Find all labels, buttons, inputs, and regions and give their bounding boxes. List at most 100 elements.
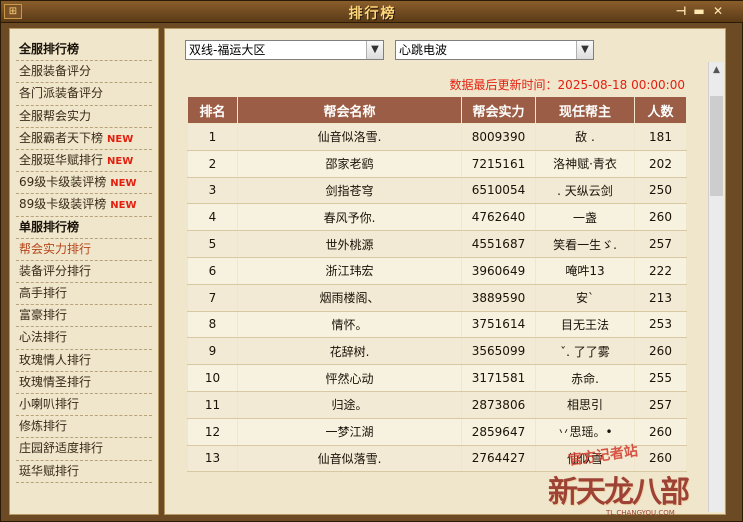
sidebar-item[interactable]: 庄园舒适度排行 [16, 438, 152, 461]
sidebar-item[interactable]: 全服霸者天下榜 NEW [16, 128, 152, 150]
table-row[interactable]: 9 花辞树. 3565099 ˇ. 了了雾 260 [187, 337, 687, 366]
table-cell: 3171581 [461, 364, 536, 392]
sidebar-item-label: 69级卡级装评榜 [19, 175, 107, 190]
title-bar[interactable]: ⊞ 排行榜 ⊣ ▬ ✕ [1, 1, 743, 23]
table-cell: 250 [634, 176, 687, 205]
server-select-value: 心跳电波 [399, 43, 448, 57]
table-cell: 12 [187, 417, 238, 446]
table-cell: 11 [187, 390, 238, 419]
table-cell: 2859647 [461, 417, 536, 446]
sidebar-item[interactable]: 心法排行 [16, 327, 152, 350]
sidebar-item[interactable]: 全服珽华赋排行 NEW [16, 150, 152, 173]
table-cell: 浙江玮宏 [237, 256, 462, 285]
table-cell: 怦然心动 [237, 364, 462, 392]
sidebar-item-label: 装备评分排行 [19, 263, 92, 278]
region-select-value: 双线-福运大区 [189, 43, 266, 57]
server-select[interactable]: 心跳电波 ▼ [395, 40, 594, 60]
table-row[interactable]: 13 仙音似落雪. 2764427 仙似雪 260 [187, 444, 687, 473]
new-badge: NEW [110, 178, 137, 190]
sidebar-item-label: 各门派装备评分 [19, 86, 104, 101]
sidebar-item[interactable]: 89级卡级装评榜 NEW [16, 194, 152, 217]
update-time: 数据最后更新时间：2025-08-18 00:00:00 [450, 76, 685, 93]
table-cell: 笑看一生ゞ. [535, 230, 635, 258]
window-title: 排行榜 [348, 6, 397, 22]
table-cell: 3751614 [461, 310, 536, 339]
sidebar-item[interactable]: 富豪排行 [16, 305, 152, 328]
table-cell: 3889590 [461, 283, 536, 312]
table-cell: 归途。 [237, 390, 462, 419]
table-cell: 烟雨楼阁、 [237, 283, 462, 312]
sidebar-item[interactable]: 高手排行 [16, 283, 152, 306]
sidebar-item[interactable]: 玫瑰情圣排行 [16, 372, 152, 394]
table-row[interactable]: 3 剑指苍穹 6510054. 天纵云剑 250 [187, 176, 687, 205]
table-cell: 花辞树. [237, 337, 462, 366]
scrollbar[interactable]: ▲ [708, 62, 724, 512]
table-cell: 丷思瑶。• [535, 417, 635, 446]
table-row[interactable]: 11 归途。 2873806 相思引 257 [187, 390, 687, 419]
table-row[interactable]: 7 烟雨楼阁、 3889590 安` 213 [187, 283, 687, 312]
sidebar-item-label: 高手排行 [19, 286, 68, 301]
sidebar-item[interactable]: 珽华赋排行 [16, 461, 152, 483]
sidebar-item[interactable]: 69级卡级装评榜 NEW [16, 172, 152, 195]
scroll-thumb[interactable] [710, 96, 723, 196]
table-cell: 目无王法 [535, 310, 635, 339]
table-cell: 仙音似落雪. [237, 444, 462, 473]
table-cell: ˇ. 了了雾 [535, 337, 635, 366]
close-icon[interactable]: ✕ [710, 4, 726, 19]
sidebar-item[interactable]: 帮会实力排行 [16, 239, 152, 261]
chevron-down-icon[interactable]: ▼ [366, 41, 383, 59]
sidebar-item-label: 全服珽华赋排行 [19, 152, 104, 167]
table-cell: 222 [634, 256, 687, 285]
pin-icon[interactable]: ⊣ [673, 4, 689, 19]
sidebar-item[interactable]: 装备评分排行 [16, 261, 152, 284]
table-cell: 7 [187, 283, 238, 312]
table-row[interactable]: 1 仙音似洛雪. 8009390 敌 . 181 [187, 123, 687, 151]
chevron-down-icon[interactable]: ▼ [576, 41, 593, 59]
sidebar-item-label: 修炼排行 [19, 419, 68, 434]
sidebar-item[interactable]: 修炼排行 [16, 416, 152, 439]
table-row[interactable]: 8 情怀。 3751614 目无王法 253 [187, 310, 687, 339]
sidebar-item[interactable]: 全服帮会实力 [16, 106, 152, 128]
region-select[interactable]: 双线-福运大区 ▼ [185, 40, 384, 60]
table-cell: 8009390 [461, 123, 536, 151]
table-cell: 10 [187, 364, 238, 392]
table-cell: 9 [187, 337, 238, 366]
table-cell: 260 [634, 203, 687, 232]
sidebar-item[interactable]: 全服装备评分 [16, 61, 152, 84]
table-cell: 8 [187, 310, 238, 339]
table-cell: 2 [187, 149, 238, 178]
table-row[interactable]: 12 一梦江湖 2859647 丷思瑶。• 260 [187, 417, 687, 446]
new-badge: NEW [107, 133, 134, 145]
sidebar-item[interactable]: 小喇叭排行 [16, 394, 152, 417]
scroll-up-icon[interactable]: ▲ [709, 62, 724, 78]
table-row[interactable]: 4 春风予你. 4762640 一盏 260 [187, 203, 687, 232]
table-cell: 4 [187, 203, 238, 232]
sidebar-section: 单服排行榜 [16, 217, 152, 239]
sidebar-item[interactable]: 玫瑰情人排行 [16, 350, 152, 372]
table-row[interactable]: 10 怦然心动 3171581 赤命. 255 [187, 364, 687, 392]
table-cell: 情怀。 [237, 310, 462, 339]
sidebar-item-label: 全服装备评分 [19, 64, 92, 79]
table-cell: 一盏 [535, 203, 635, 232]
table-cell: 7215161 [461, 149, 536, 178]
minimize-icon[interactable]: ▬ [691, 4, 707, 19]
table-cell: 仙似雪 [535, 444, 635, 473]
sidebar-item[interactable]: 各门派装备评分 [16, 83, 152, 106]
new-badge: NEW [110, 200, 137, 212]
table-row[interactable]: 6 浙江玮宏 3960649 唵吽13 222 [187, 256, 687, 285]
sidebar-item-label: 89级卡级装评榜 [19, 197, 107, 212]
table-cell: 13 [187, 444, 238, 473]
sidebar: 全服排行榜 全服装备评分 各门派装备评分 全服帮会实力 全服霸者天下榜 NEW 全服珽华赋排… [9, 28, 159, 515]
sidebar-item-label: 珽华赋排行 [19, 463, 80, 478]
table-cell: 6 [187, 256, 238, 285]
sidebar-item-label: 全服帮会实力 [19, 108, 92, 123]
table-cell: 赤命. [535, 364, 635, 392]
sidebar-item-label: 单服排行榜 [19, 219, 80, 234]
table-row[interactable]: 5 世外桃源 4551687 笑看一生ゞ. 257 [187, 230, 687, 258]
table-cell: 5 [187, 230, 238, 258]
sidebar-item-label: 玫瑰情圣排行 [19, 374, 92, 389]
table-row[interactable]: 2 邵家老鹞 7215161 洛神赋·青衣 202 [187, 149, 687, 178]
ranking-window: ⊞ 排行榜 ⊣ ▬ ✕ 全服排行榜 全服装备评分 各门派装备评分 全服帮会实力 全服霸者… [0, 0, 743, 522]
table-cell: 255 [634, 364, 687, 392]
column-header: 现任帮主 [535, 96, 635, 124]
